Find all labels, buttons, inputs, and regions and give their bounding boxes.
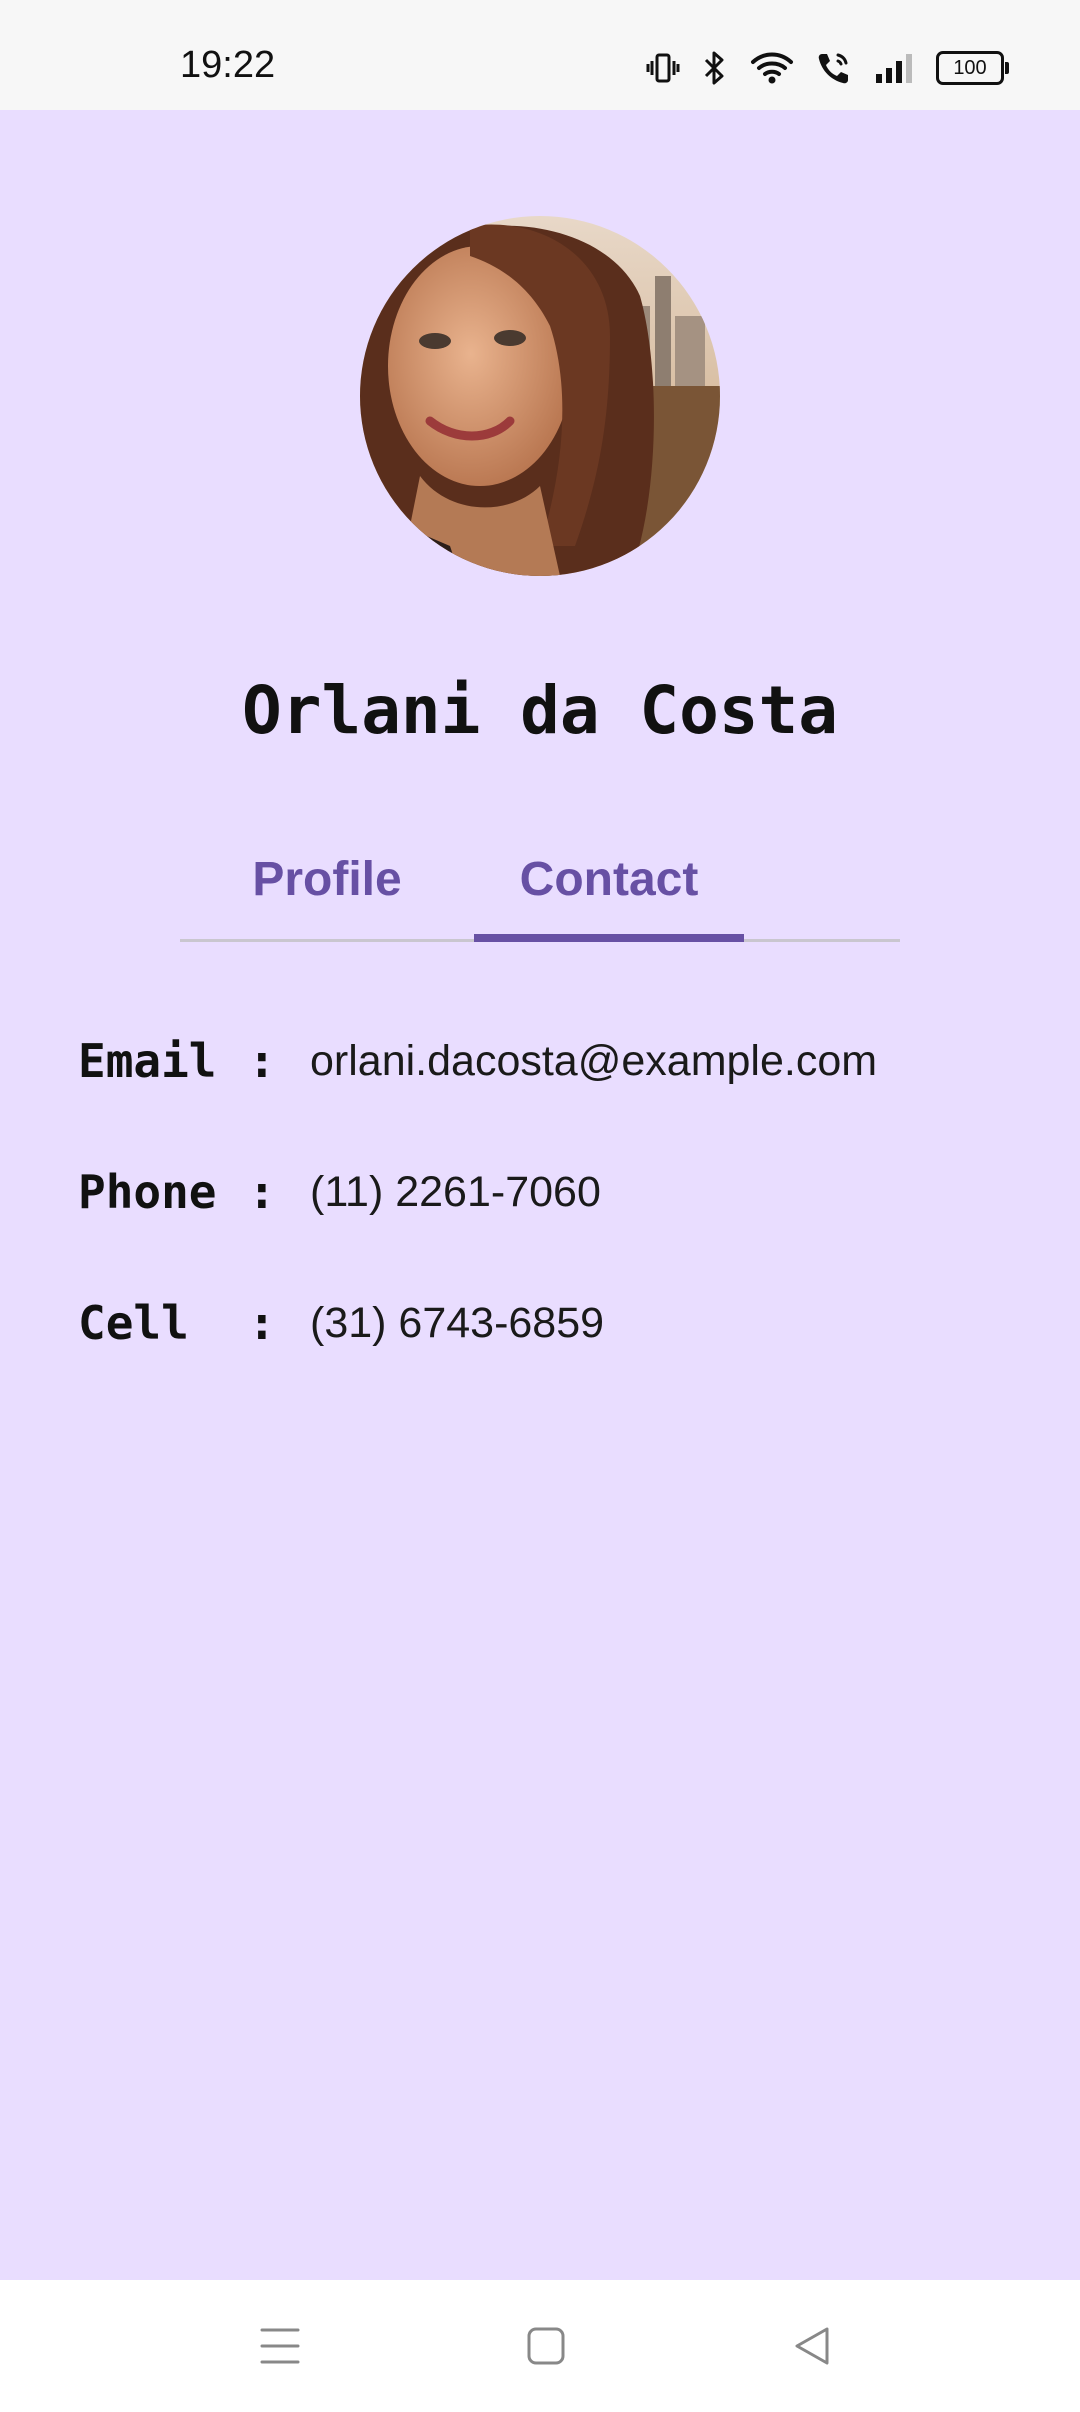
status-time: 19:22: [180, 44, 276, 86]
contact-row-phone: Phone : (11) 2261-7060: [78, 1157, 601, 1227]
email-label: Email: [78, 1034, 217, 1088]
home-icon[interactable]: [516, 2316, 576, 2376]
wifi-icon: [750, 51, 794, 85]
contact-row-cell: Cell : (31) 6743-6859: [78, 1288, 604, 1358]
status-icons: 100: [646, 48, 1009, 88]
battery-icon: 100: [936, 51, 1009, 85]
tab-profile[interactable]: Profile: [180, 820, 474, 938]
cell-separator: :: [248, 1296, 276, 1350]
contact-row-email: Email : orlani.dacosta@example.com: [78, 1026, 877, 1096]
cell-label: Cell: [78, 1296, 189, 1350]
bluetooth-icon: [702, 50, 728, 86]
phone-label: Phone: [78, 1165, 217, 1219]
email-separator: :: [248, 1034, 276, 1088]
avatar: [360, 216, 720, 576]
navigation-bar: [0, 2280, 1080, 2412]
vibrate-icon: [646, 51, 680, 85]
menu-icon[interactable]: [250, 2316, 310, 2376]
wifi-call-icon: [816, 50, 852, 86]
profile-name: Orlani da Costa: [241, 672, 839, 749]
back-icon[interactable]: [782, 2316, 842, 2376]
tab-indicator: [474, 934, 744, 942]
phone-separator: :: [248, 1165, 276, 1219]
battery-level: 100: [953, 56, 987, 79]
tab-contact[interactable]: Contact: [474, 820, 744, 938]
signal-icon: [874, 52, 914, 84]
phone-value[interactable]: (11) 2261-7060: [310, 1168, 601, 1217]
email-value[interactable]: orlani.dacosta@example.com: [310, 1037, 877, 1086]
avatar-photo: [360, 216, 720, 576]
status-bar: 19:22 100: [0, 0, 1080, 110]
tab-bar: Profile Contact: [180, 820, 900, 942]
cell-value[interactable]: (31) 6743-6859: [310, 1299, 604, 1348]
